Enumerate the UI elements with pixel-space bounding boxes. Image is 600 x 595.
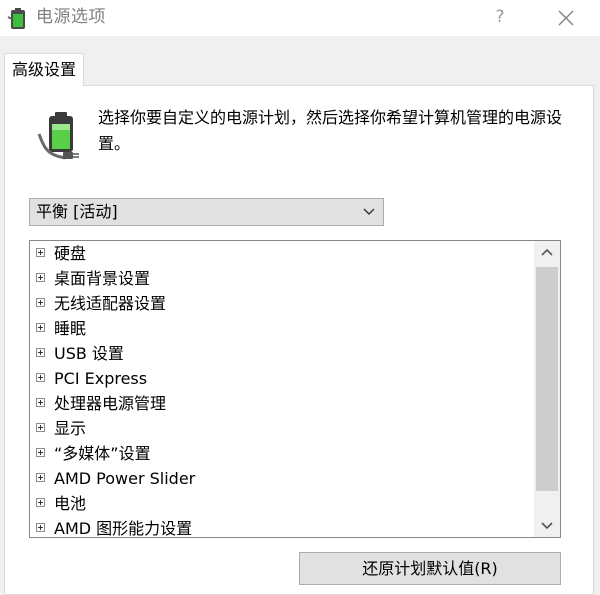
tree-item-label: AMD 图形能力设置 bbox=[54, 519, 193, 538]
scrollbar-thumb[interactable] bbox=[536, 267, 558, 491]
tree-item-label: “多媒体”设置 bbox=[54, 444, 151, 463]
tree-item-label: 硬盘 bbox=[54, 244, 87, 263]
expand-icon[interactable] bbox=[36, 298, 45, 307]
power-options-icon bbox=[7, 8, 25, 29]
expand-icon[interactable] bbox=[36, 348, 45, 357]
tree-item-amd-power-slider[interactable]: AMD Power Slider bbox=[30, 466, 534, 491]
tree-item-battery[interactable]: 电池 bbox=[30, 491, 534, 516]
expand-icon[interactable] bbox=[36, 498, 45, 507]
tree-item-usb[interactable]: USB 设置 bbox=[30, 341, 534, 366]
tree-item-label: PCI Express bbox=[54, 369, 148, 388]
tree-item-label: 显示 bbox=[54, 419, 87, 438]
help-button[interactable]: ? bbox=[480, 0, 520, 36]
tree-item-label: 电池 bbox=[54, 494, 87, 513]
tree-item-wireless-adapter[interactable]: 无线适配器设置 bbox=[30, 291, 534, 316]
chevron-up-icon bbox=[541, 248, 553, 256]
chevron-down-icon bbox=[541, 522, 553, 530]
tree-item-amd-graphics[interactable]: AMD 图形能力设置 bbox=[30, 516, 534, 538]
tree-item-hard-disk[interactable]: 硬盘 bbox=[30, 241, 534, 266]
chevron-down-icon bbox=[363, 208, 375, 215]
scroll-up-button[interactable] bbox=[534, 241, 560, 265]
tree-item-multimedia[interactable]: “多媒体”设置 bbox=[30, 441, 534, 466]
expand-icon[interactable] bbox=[36, 323, 45, 332]
power-plan-value: 平衡 [活动] bbox=[36, 202, 118, 221]
tree-item-label: 睡眠 bbox=[54, 319, 87, 338]
tab-advanced-settings[interactable]: 高级设置 bbox=[4, 53, 84, 86]
tree-item-label: 桌面背景设置 bbox=[54, 269, 151, 288]
settings-tree-list: 硬盘 桌面背景设置 无线适配器设置 睡眠 USB 设置 PCI Express … bbox=[30, 241, 534, 538]
tree-item-label: USB 设置 bbox=[54, 344, 124, 363]
tree-item-label: AMD Power Slider bbox=[54, 469, 196, 488]
restore-defaults-button[interactable]: 还原计划默认值(R) bbox=[299, 552, 561, 585]
battery-plug-icon bbox=[37, 112, 79, 160]
expand-icon[interactable] bbox=[36, 373, 45, 382]
tree-item-sleep[interactable]: 睡眠 bbox=[30, 316, 534, 341]
tree-item-pci-express[interactable]: PCI Express bbox=[30, 366, 534, 391]
settings-tree[interactable]: 硬盘 桌面背景设置 无线适配器设置 睡眠 USB 设置 PCI Express … bbox=[29, 240, 561, 538]
scroll-down-button[interactable] bbox=[534, 513, 560, 537]
tree-item-display[interactable]: 显示 bbox=[30, 416, 534, 441]
description-text: 选择你要自定义的电源计划，然后选择你希望计算机管理的电源设置。 bbox=[98, 108, 563, 153]
vertical-scrollbar[interactable] bbox=[534, 241, 560, 537]
tree-item-label: 处理器电源管理 bbox=[54, 394, 167, 413]
expand-icon[interactable] bbox=[36, 248, 45, 257]
window-title: 电源选项 bbox=[36, 7, 106, 27]
expand-icon[interactable] bbox=[36, 273, 45, 282]
title-bar: 电源选项 ? bbox=[0, 0, 600, 36]
expand-icon[interactable] bbox=[36, 448, 45, 457]
expand-icon[interactable] bbox=[36, 473, 45, 482]
close-icon bbox=[558, 10, 574, 26]
tree-item-desktop-background[interactable]: 桌面背景设置 bbox=[30, 266, 534, 291]
tree-item-processor-power[interactable]: 处理器电源管理 bbox=[30, 391, 534, 416]
expand-icon[interactable] bbox=[36, 423, 45, 432]
power-plan-select[interactable]: 平衡 [活动] bbox=[29, 198, 384, 226]
close-button[interactable] bbox=[542, 0, 590, 36]
expand-icon[interactable] bbox=[36, 523, 45, 532]
expand-icon[interactable] bbox=[36, 398, 45, 407]
tree-item-label: 无线适配器设置 bbox=[54, 294, 167, 313]
